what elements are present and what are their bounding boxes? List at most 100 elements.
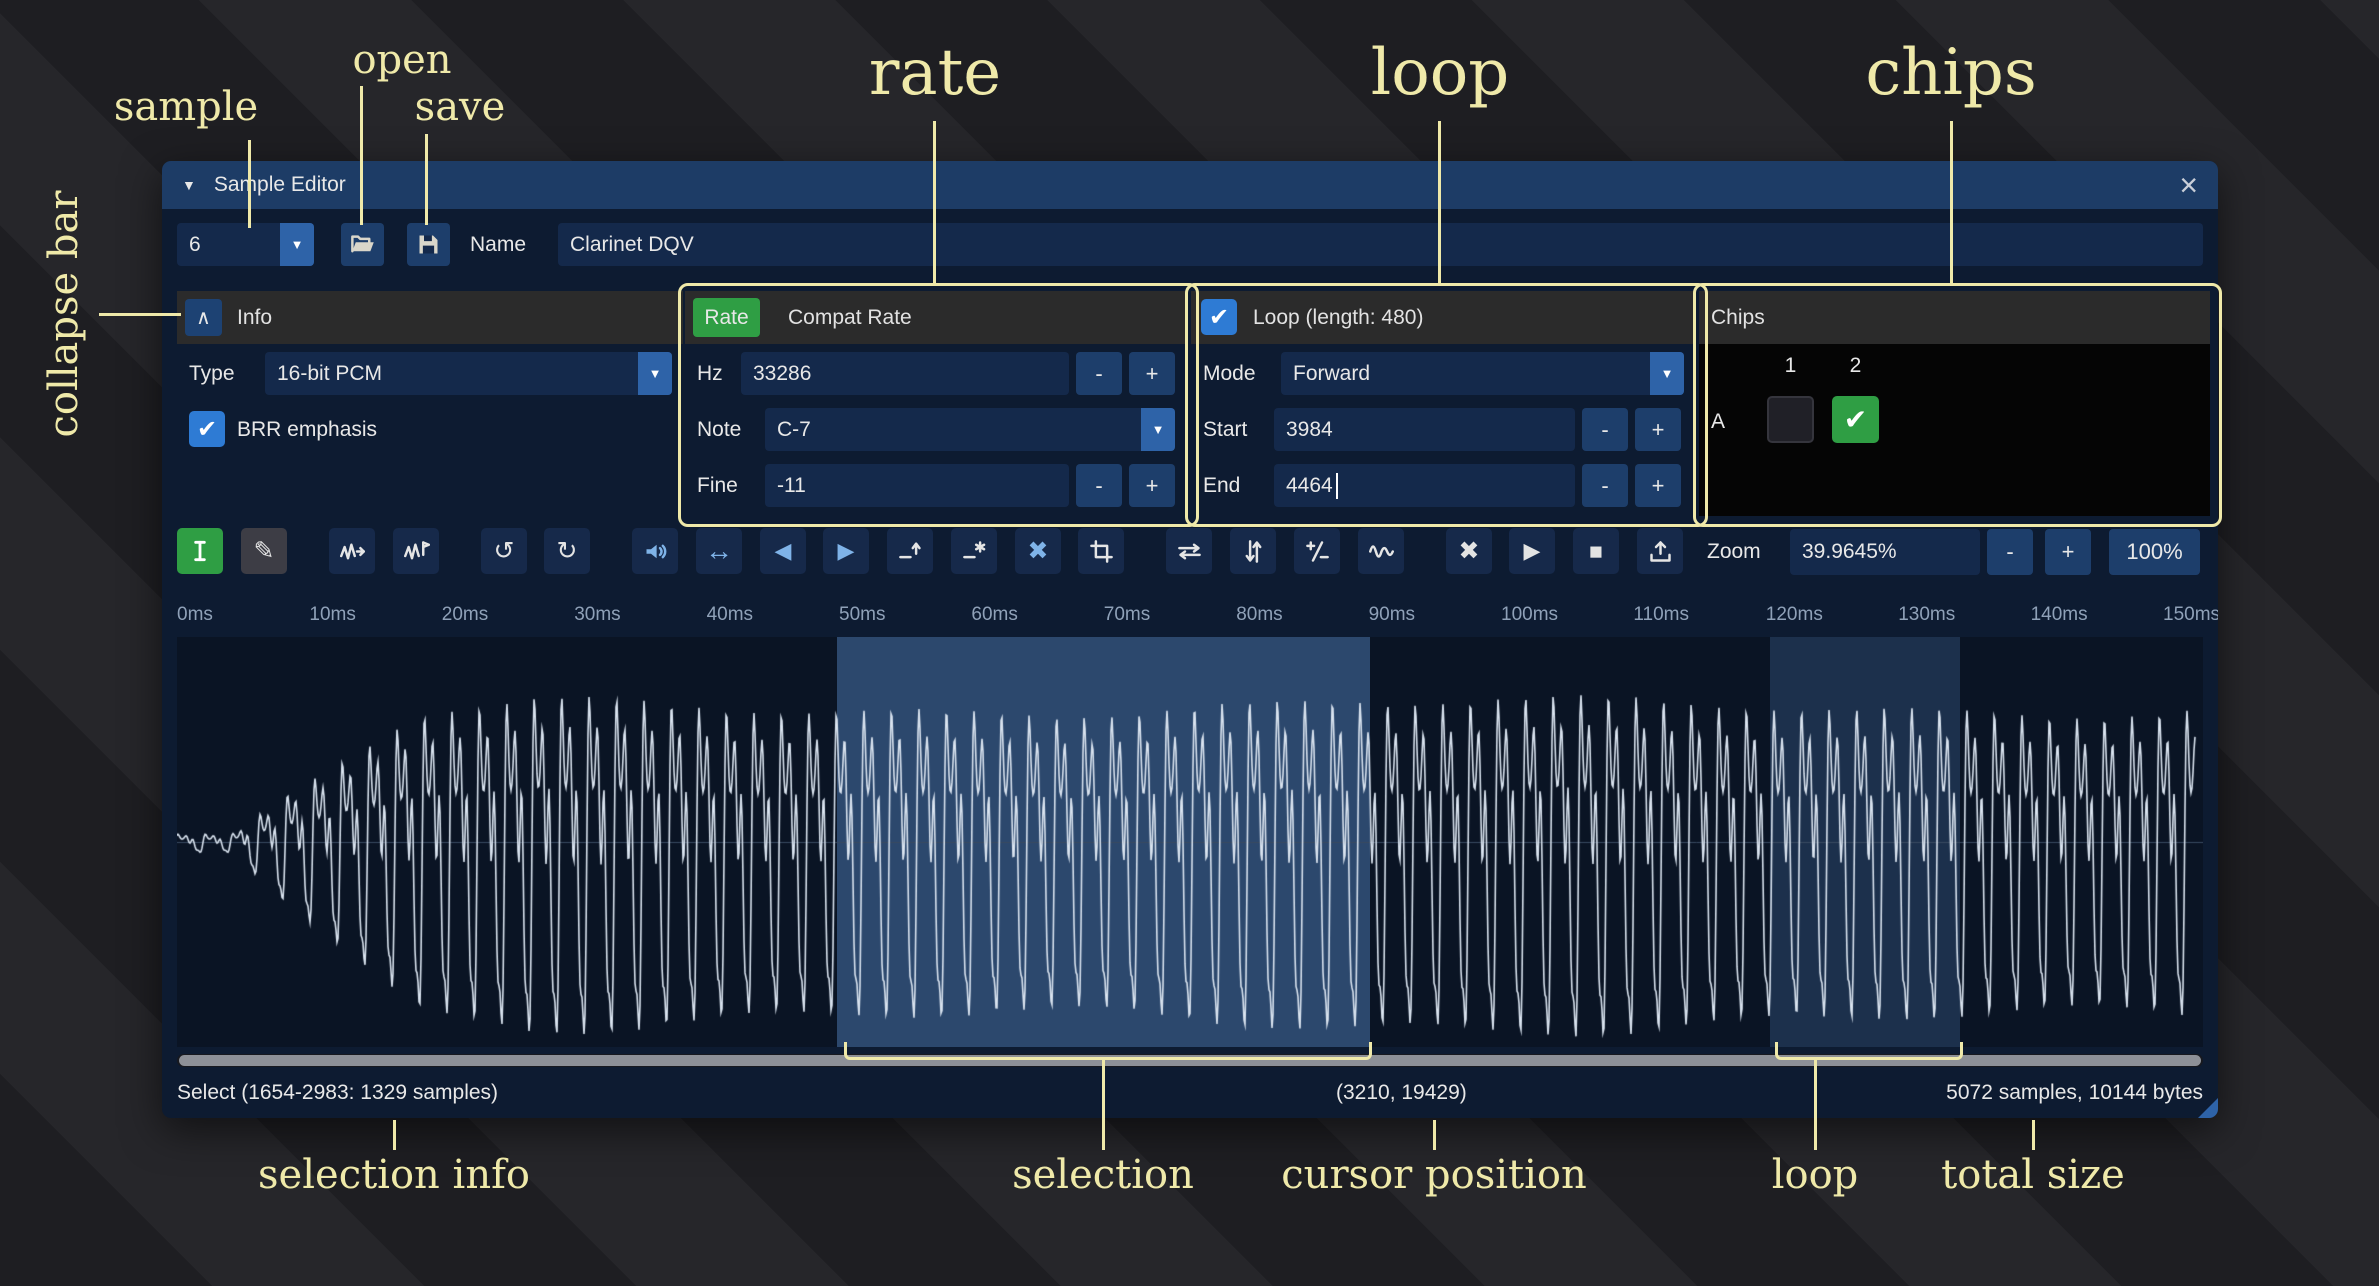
fade-out-button[interactable]: ▶ — [823, 528, 869, 574]
sample-selector[interactable]: 6 ▼ — [177, 223, 314, 266]
fine-plus-button[interactable]: + — [1129, 464, 1175, 507]
type-select[interactable]: 16-bit PCM ▼ — [265, 352, 672, 395]
ruler-label: 80ms — [1236, 592, 1282, 637]
dash-star-icon — [961, 538, 988, 565]
annotation-line-total-size — [2032, 1120, 2035, 1150]
ruler-label: 30ms — [574, 592, 620, 637]
arrows-horizontal-icon: ↔ — [705, 535, 733, 567]
ruler-label: 10ms — [309, 592, 355, 637]
annotation-line-sample — [248, 140, 251, 228]
swap-arrows-icon — [1176, 538, 1203, 565]
hz-input[interactable]: 33286 — [741, 352, 1069, 395]
loop-end-label: End — [1203, 464, 1240, 507]
annotation-loop: loop — [1371, 36, 1510, 110]
loop-checkbox[interactable]: ✔ — [1201, 299, 1237, 335]
hz-label: Hz — [697, 352, 723, 395]
annotation-line-rate — [933, 121, 936, 283]
zoom-in-button[interactable]: + — [2045, 529, 2091, 575]
fine-input[interactable]: -11 — [765, 464, 1069, 507]
ruler-label: 50ms — [839, 592, 885, 637]
waveform-area — [177, 637, 2203, 1047]
zoom-out-button[interactable]: - — [1987, 529, 2033, 575]
crossfade-button[interactable]: ✖ — [1446, 528, 1492, 574]
fade-in-button[interactable]: ◀ — [760, 528, 806, 574]
loop-end-minus-button[interactable]: - — [1582, 464, 1628, 507]
ruler-label: 60ms — [971, 592, 1017, 637]
ruler-label: 110ms — [1633, 592, 1689, 637]
zoom-reset-button[interactable]: 100% — [2109, 529, 2200, 575]
loop-mode-value: Forward — [1281, 362, 1650, 386]
loop-mode-select[interactable]: Forward ▼ — [1281, 352, 1684, 395]
delete-button[interactable]: ✖ — [1015, 528, 1061, 574]
chevron-down-icon[interactable]: ▼ — [638, 352, 672, 395]
redo-button[interactable]: ↻ — [544, 528, 590, 574]
edit-mode-select-button[interactable] — [177, 528, 223, 574]
filter-button[interactable] — [1358, 528, 1404, 574]
loop-end-plus-button[interactable]: + — [1635, 464, 1681, 507]
fine-minus-button[interactable]: - — [1076, 464, 1122, 507]
chip-column-1: 1 — [1767, 346, 1814, 386]
sign-button[interactable] — [1294, 528, 1340, 574]
loop-start-input[interactable]: 3984 — [1274, 408, 1575, 451]
loop-end-value: 4464 — [1286, 474, 1333, 498]
brr-emphasis-label: BRR emphasis — [237, 408, 377, 451]
save-button[interactable] — [407, 223, 450, 266]
chip-2-checkbox[interactable]: ✔ — [1832, 396, 1879, 443]
upload-icon — [1647, 538, 1674, 565]
loop-panel-header: ✔ Loop (length: 480) — [1191, 291, 1694, 344]
chevron-down-icon[interactable]: ▼ — [280, 223, 314, 266]
rate-panel-header: Rate Compat Rate — [685, 291, 1185, 344]
annotation-line-collapse-bar — [99, 313, 181, 316]
resize-grip[interactable] — [2198, 1098, 2218, 1118]
loop-end-input[interactable]: 4464 — [1274, 464, 1575, 507]
scrollbar-thumb[interactable] — [179, 1055, 2201, 1066]
name-label: Name — [470, 223, 526, 266]
amplify-button[interactable] — [632, 528, 678, 574]
upload-button[interactable] — [1637, 528, 1683, 574]
loop-start-plus-button[interactable]: + — [1635, 408, 1681, 451]
hz-plus-button[interactable]: + — [1129, 352, 1175, 395]
ruler-label: 90ms — [1369, 592, 1415, 637]
chip-1-checkbox[interactable] — [1767, 396, 1814, 443]
speaker-icon — [642, 538, 669, 565]
resize-button[interactable] — [329, 528, 375, 574]
edit-mode-draw-button[interactable]: ✎ — [241, 528, 287, 574]
screenshot-stage: ▼ Sample Editor × 6 ▼ Name Clarinet DQV — [0, 0, 2379, 1286]
annotation-save: save — [415, 84, 506, 130]
reverse-button[interactable] — [1166, 528, 1212, 574]
zoom-input[interactable]: 39.9645% — [1790, 529, 1980, 575]
invert-button[interactable] — [1230, 528, 1276, 574]
chips-panel-header: Chips — [1699, 291, 2210, 344]
hz-minus-button[interactable]: - — [1076, 352, 1122, 395]
chips-grid: 1 2 A ✔ — [1699, 344, 2210, 516]
trim-button[interactable] — [1078, 528, 1124, 574]
selection-info-text: Select (1654-2983: 1329 samples) — [177, 1070, 498, 1115]
chevron-down-icon[interactable]: ▼ — [1141, 408, 1175, 451]
preview-button[interactable]: ▶ — [1509, 528, 1555, 574]
waveform-canvas[interactable] — [177, 637, 2203, 1047]
loop-start-minus-button[interactable]: - — [1582, 408, 1628, 451]
wave-resize-icon — [339, 538, 366, 565]
rate-badge-button[interactable]: Rate — [693, 298, 760, 337]
note-select[interactable]: C-7 ▼ — [765, 408, 1175, 451]
chevron-down-icon[interactable]: ▼ — [1650, 352, 1684, 395]
stop-preview-button[interactable]: ■ — [1573, 528, 1619, 574]
ruler-label: 150ms — [2163, 592, 2218, 637]
ibeam-cursor-icon — [187, 538, 213, 564]
apply-silence-button[interactable] — [951, 528, 997, 574]
collapse-bar-button[interactable]: ∧ — [185, 299, 222, 336]
annotation-total-size: total size — [1941, 1152, 2125, 1198]
open-button[interactable] — [341, 223, 384, 266]
annotation-collapse-bar: collapse bar — [41, 190, 87, 437]
insert-silence-button[interactable] — [887, 528, 933, 574]
brr-emphasis-checkbox[interactable]: ✔ — [189, 411, 225, 447]
timeline-ruler[interactable]: 0ms10ms20ms30ms40ms50ms60ms70ms80ms90ms1… — [162, 592, 2218, 637]
text-caret — [1336, 473, 1338, 499]
resample-button[interactable] — [393, 528, 439, 574]
name-input[interactable]: Clarinet DQV — [558, 223, 2203, 266]
close-icon[interactable]: × — [2179, 170, 2198, 200]
ruler-label: 120ms — [1766, 592, 1823, 637]
collapse-window-icon[interactable]: ▼ — [182, 177, 196, 193]
normalize-button[interactable]: ↔ — [696, 528, 742, 574]
undo-button[interactable]: ↺ — [481, 528, 527, 574]
